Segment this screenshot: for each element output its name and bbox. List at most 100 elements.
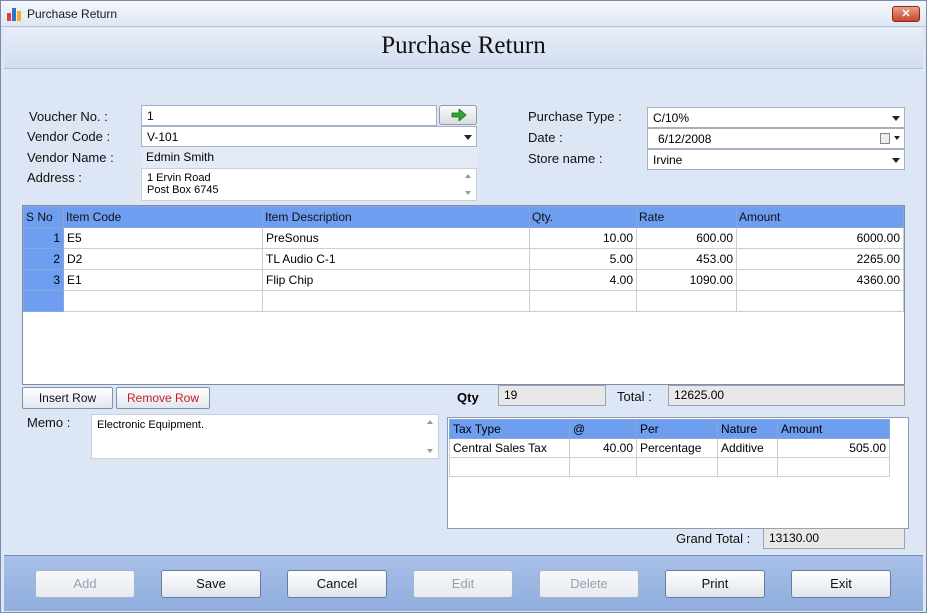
row-item-description[interactable]: TL Audio C-1 xyxy=(262,248,530,270)
row-sno: 1 xyxy=(23,227,64,249)
row-qty[interactable] xyxy=(529,290,637,312)
save-button[interactable]: Save xyxy=(161,570,261,598)
vendor-name-value: Edmin Smith xyxy=(146,150,215,164)
store-select[interactable]: Irvine xyxy=(647,149,905,170)
table-row[interactable]: 2 D2 TL Audio C-1 5.00 453.00 2265.00 xyxy=(23,248,904,270)
save-button-label: Save xyxy=(196,576,226,591)
address-label: Address : xyxy=(27,170,82,185)
calendar-icon xyxy=(880,133,890,144)
tax-amount: 505.00 xyxy=(777,438,890,458)
row-item-code[interactable]: E1 xyxy=(63,269,263,291)
address-textarea[interactable]: 1 Ervin Road Post Box 6745 xyxy=(141,168,477,201)
title-bar: Purchase Return ✕ xyxy=(1,1,926,27)
delete-button[interactable]: Delete xyxy=(539,570,639,598)
col-item-code[interactable]: Item Code xyxy=(63,206,263,228)
row-item-description[interactable]: PreSonus xyxy=(262,227,530,249)
date-label: Date : xyxy=(528,130,563,145)
chevron-down-icon xyxy=(894,136,900,140)
row-rate[interactable] xyxy=(636,290,737,312)
exit-button[interactable]: Exit xyxy=(791,570,891,598)
row-qty[interactable]: 5.00 xyxy=(529,248,637,270)
col-tax-amount[interactable]: Amount xyxy=(777,419,890,439)
table-row-new[interactable] xyxy=(23,290,904,312)
vendor-code-select[interactable]: V-101 xyxy=(141,126,477,147)
chevron-down-icon xyxy=(892,116,900,121)
col-tax-type[interactable]: Tax Type xyxy=(449,419,570,439)
row-qty[interactable]: 4.00 xyxy=(529,269,637,291)
chevron-down-icon xyxy=(892,158,900,163)
row-rate[interactable]: 453.00 xyxy=(636,248,737,270)
row-rate[interactable]: 1090.00 xyxy=(636,269,737,291)
purchase-return-window: Purchase Return ✕ Purchase Return Vouche… xyxy=(0,0,927,613)
print-button-label: Print xyxy=(701,576,729,591)
row-sno xyxy=(23,290,64,312)
tax-header-row: Tax Type @ Per Nature Amount xyxy=(449,419,890,439)
col-rate[interactable]: Rate xyxy=(636,206,737,228)
insert-row-button[interactable]: Insert Row xyxy=(22,387,113,409)
row-rate[interactable]: 600.00 xyxy=(636,227,737,249)
go-button[interactable] xyxy=(439,105,477,125)
tax-row-new[interactable] xyxy=(449,457,890,477)
edit-button[interactable]: Edit xyxy=(413,570,513,598)
add-button[interactable]: Add xyxy=(35,570,135,598)
scroll-up-icon xyxy=(427,420,433,424)
row-item-description[interactable] xyxy=(262,290,530,312)
table-row[interactable]: 1 E5 PreSonus 10.00 600.00 6000.00 xyxy=(23,227,904,249)
tax-nature[interactable] xyxy=(717,457,778,477)
app-icon xyxy=(7,7,22,21)
items-grid[interactable]: S No Item Code Item Description Qty. Rat… xyxy=(22,205,905,385)
tax-row[interactable]: Central Sales Tax 40.00 Percentage Addit… xyxy=(449,438,890,458)
memo-textarea[interactable]: Electronic Equipment. xyxy=(91,414,439,459)
scroll-up-icon xyxy=(465,174,471,178)
tax-per[interactable] xyxy=(636,457,718,477)
tax-at[interactable]: 40.00 xyxy=(569,438,637,458)
memo-scrollbar[interactable] xyxy=(423,416,437,457)
col-qty[interactable]: Qty. xyxy=(529,206,637,228)
table-row[interactable]: 3 E1 Flip Chip 4.00 1090.00 4360.00 xyxy=(23,269,904,291)
tax-at[interactable] xyxy=(569,457,637,477)
chevron-down-icon xyxy=(464,135,472,140)
vendor-name-label: Vendor Name : xyxy=(27,150,114,165)
edit-button-label: Edit xyxy=(451,576,475,591)
tax-per[interactable]: Percentage xyxy=(636,438,718,458)
memo-value: Electronic Equipment. xyxy=(97,419,204,431)
row-qty[interactable]: 10.00 xyxy=(529,227,637,249)
col-tax-nature[interactable]: Nature xyxy=(717,419,778,439)
date-picker[interactable]: 6/12/2008 xyxy=(647,128,905,149)
total-label: Total : xyxy=(617,389,652,404)
purchase-type-label: Purchase Type : xyxy=(528,109,622,124)
print-button[interactable]: Print xyxy=(665,570,765,598)
row-item-code[interactable] xyxy=(63,290,263,312)
vendor-name-field: Edmin Smith xyxy=(141,147,477,168)
col-tax-at[interactable]: @ xyxy=(569,419,637,439)
close-icon[interactable]: ✕ xyxy=(892,6,920,22)
voucher-input[interactable]: 1 xyxy=(141,105,437,126)
scroll-down-icon xyxy=(427,449,433,453)
tax-type[interactable]: Central Sales Tax xyxy=(449,438,570,458)
purchase-type-select[interactable]: C/10% xyxy=(647,107,905,128)
page-title: Purchase Return xyxy=(381,32,546,59)
tax-grid[interactable]: Tax Type @ Per Nature Amount Central Sal… xyxy=(447,417,909,529)
vendor-code-value: V-101 xyxy=(147,130,179,144)
window-title: Purchase Return xyxy=(27,7,118,21)
cancel-button[interactable]: Cancel xyxy=(287,570,387,598)
voucher-label: Voucher No. : xyxy=(29,109,108,124)
row-item-description[interactable]: Flip Chip xyxy=(262,269,530,291)
row-item-code[interactable]: D2 xyxy=(63,248,263,270)
total-value: 12625.00 xyxy=(668,385,905,406)
purchase-type-value: C/10% xyxy=(653,111,690,125)
col-tax-per[interactable]: Per xyxy=(636,419,718,439)
remove-row-button[interactable]: Remove Row xyxy=(116,387,210,409)
tax-nature[interactable]: Additive xyxy=(717,438,778,458)
vendor-code-label: Vendor Code : xyxy=(27,129,111,144)
col-amount[interactable]: Amount xyxy=(736,206,904,228)
row-item-code[interactable]: E5 xyxy=(63,227,263,249)
address-scrollbar[interactable] xyxy=(461,170,475,199)
col-sno[interactable]: S No xyxy=(23,206,64,228)
grand-total-label: Grand Total : xyxy=(676,531,751,546)
tax-type[interactable] xyxy=(449,457,570,477)
col-item-description[interactable]: Item Description xyxy=(262,206,530,228)
scroll-down-icon xyxy=(465,191,471,195)
footer-toolbar: Add Save Cancel Edit Delete Print Exit xyxy=(4,555,923,611)
memo-label: Memo : xyxy=(27,415,71,430)
